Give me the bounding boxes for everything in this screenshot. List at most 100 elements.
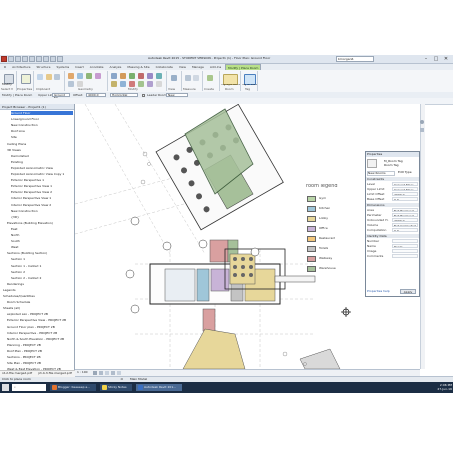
- paste-icon[interactable]: [37, 74, 43, 80]
- sun-path-icon[interactable]: [105, 371, 109, 375]
- browser-item[interactable]: Interior Perspective View 2: [11, 203, 73, 207]
- cut-geometry-icon[interactable]: [77, 73, 83, 79]
- constraints-section[interactable]: Constraints: [366, 177, 419, 181]
- properties-icon[interactable]: [21, 74, 31, 84]
- property-value[interactable]: Not Enclosed: [392, 213, 418, 217]
- property-value[interactable]: Not Enclosed: [392, 208, 418, 212]
- browser-item[interactable]: Room Schedule: [7, 300, 73, 304]
- browser-item[interactable]: Section 1: [11, 257, 73, 261]
- browser-item[interactable]: Site: [11, 135, 73, 139]
- offset-icon[interactable]: [120, 73, 126, 79]
- dimensions-section[interactable]: Dimensions: [366, 203, 419, 207]
- property-value[interactable]: 4000.0: [392, 218, 418, 222]
- browser-item[interactable]: Sections - PROJECT 2B: [7, 355, 73, 359]
- browser-item[interactable]: Exterior Perspective View 2: [11, 190, 73, 194]
- browser-item[interactable]: Demolished: [11, 154, 73, 158]
- offset-input[interactable]: 4000.0: [86, 93, 106, 97]
- browser-item[interactable]: Exterior Perspective 1: [11, 178, 73, 182]
- browser-item[interactable]: Roof Line: [11, 129, 73, 133]
- copy-icon[interactable]: [54, 74, 60, 80]
- browser-item[interactable]: Existing: [11, 160, 73, 164]
- browser-item[interactable]: New Construction: [11, 123, 73, 127]
- browser-item[interactable]: Ground Floor plan - PROJECT 2B: [7, 325, 73, 329]
- taskbar-search[interactable]: ⌕: [12, 384, 46, 391]
- tag-icon[interactable]: [50, 56, 56, 62]
- property-value[interactable]: 0.0: [392, 228, 418, 232]
- browser-item[interactable]: Sections (Building Section): [7, 251, 73, 255]
- cut-icon[interactable]: [46, 74, 52, 80]
- browser-item[interactable]: Ceiling Plans: [7, 142, 73, 146]
- tag-orientation-select[interactable]: Horizontal: [110, 93, 138, 97]
- browser-item[interactable]: New Construction: [11, 209, 73, 213]
- browser-item[interactable]: Renderings: [7, 282, 73, 286]
- apply-button[interactable]: Apply: [400, 289, 416, 294]
- mirror-icon[interactable]: [129, 73, 135, 79]
- browser-item[interactable]: Elevations (Building Elevation): [7, 221, 73, 225]
- browser-item[interactable]: Planning - PROJECT 2B: [7, 343, 73, 347]
- navigation-bar[interactable]: [420, 104, 425, 369]
- split-face-icon[interactable]: [68, 81, 74, 87]
- browser-item[interactable]: Interior Perspective - PROJECT 2B: [7, 331, 73, 335]
- split-icon[interactable]: [120, 81, 126, 87]
- leader-checkbox[interactable]: [142, 93, 145, 97]
- upper-limit-select[interactable]: Ground Flo: [52, 93, 70, 100]
- join-icon[interactable]: [86, 73, 92, 79]
- view-icon[interactable]: [171, 75, 177, 81]
- property-value[interactable]: 4000.0: [392, 192, 418, 196]
- property-value[interactable]: Not Computed: [392, 223, 418, 227]
- download-item-1[interactable]: nt-2-file merged.pdf: [2, 372, 36, 375]
- browser-item[interactable]: Interior Perspective View 1: [11, 196, 73, 200]
- minimize-button[interactable]: –: [422, 56, 430, 62]
- property-value[interactable]: Ground Floor: [392, 182, 418, 186]
- modify-button[interactable]: Modify: [2, 83, 12, 86]
- instance-selector[interactable]: New Rooms: [367, 171, 395, 176]
- browser-item[interactable]: Section 1 - Callout 1: [11, 264, 73, 268]
- property-value[interactable]: 0.0: [392, 197, 418, 201]
- browser-item[interactable]: 3D Views: [7, 148, 73, 152]
- view-scale[interactable]: 1 : 100: [77, 371, 88, 374]
- create-icon[interactable]: [207, 75, 213, 81]
- save-icon[interactable]: [15, 56, 21, 62]
- maximize-button[interactable]: □: [432, 56, 440, 62]
- align-icon[interactable]: [111, 73, 117, 79]
- room-select[interactable]: New: [166, 93, 188, 97]
- sign-in-field[interactable]: bmorgan6: [336, 56, 374, 62]
- pin-icon[interactable]: [156, 81, 162, 87]
- open-icon[interactable]: [8, 56, 14, 62]
- browser-item[interactable]: Sheets (all): [3, 306, 73, 310]
- property-value[interactable]: Ground Floor: [392, 187, 418, 191]
- cope-icon[interactable]: [68, 73, 74, 79]
- visual-style-icon[interactable]: [99, 371, 103, 375]
- browser-item[interactable]: West: [11, 245, 73, 249]
- browser-item[interactable]: South: [11, 239, 73, 243]
- identity-section[interactable]: Identity Data: [366, 234, 419, 238]
- browser-item[interactable]: Exploded Axonometric View Copy 1: [11, 172, 73, 176]
- browser-item[interactable]: {3D}: [11, 215, 73, 219]
- property-value[interactable]: [392, 254, 418, 258]
- array-icon[interactable]: [138, 81, 144, 87]
- crop-view-icon[interactable]: [117, 371, 121, 375]
- print-icon[interactable]: [36, 56, 42, 62]
- browser-item[interactable]: Exterior Perspective View - PROJECT 2B: [7, 318, 73, 322]
- 3d-view-icon[interactable]: [57, 56, 63, 62]
- property-value[interactable]: [392, 249, 418, 253]
- zoom-icon[interactable]: [420, 128, 424, 132]
- browser-item[interactable]: Legends: [3, 288, 73, 292]
- edit-type-button[interactable]: Edit Type: [398, 171, 412, 174]
- undo-icon[interactable]: [22, 56, 28, 62]
- paint-icon[interactable]: [95, 73, 101, 79]
- browser-item[interactable]: North: [11, 233, 73, 237]
- property-value[interactable]: Room: [392, 244, 418, 248]
- copy-element-icon[interactable]: [147, 73, 153, 79]
- browser-item[interactable]: Lowerground Floor: [11, 117, 73, 121]
- start-icon[interactable]: [2, 384, 9, 391]
- browser-item[interactable]: Ground Floor: [11, 111, 73, 115]
- measure-icon[interactable]: [185, 75, 191, 81]
- status-main-model[interactable]: Main Model: [130, 378, 147, 381]
- browser-item[interactable]: East: [11, 227, 73, 231]
- dimension-icon[interactable]: [193, 75, 199, 81]
- trim-icon[interactable]: [111, 81, 117, 87]
- scale-icon[interactable]: [147, 81, 153, 87]
- measure-icon[interactable]: [43, 56, 49, 62]
- detail-level-icon[interactable]: [93, 371, 97, 375]
